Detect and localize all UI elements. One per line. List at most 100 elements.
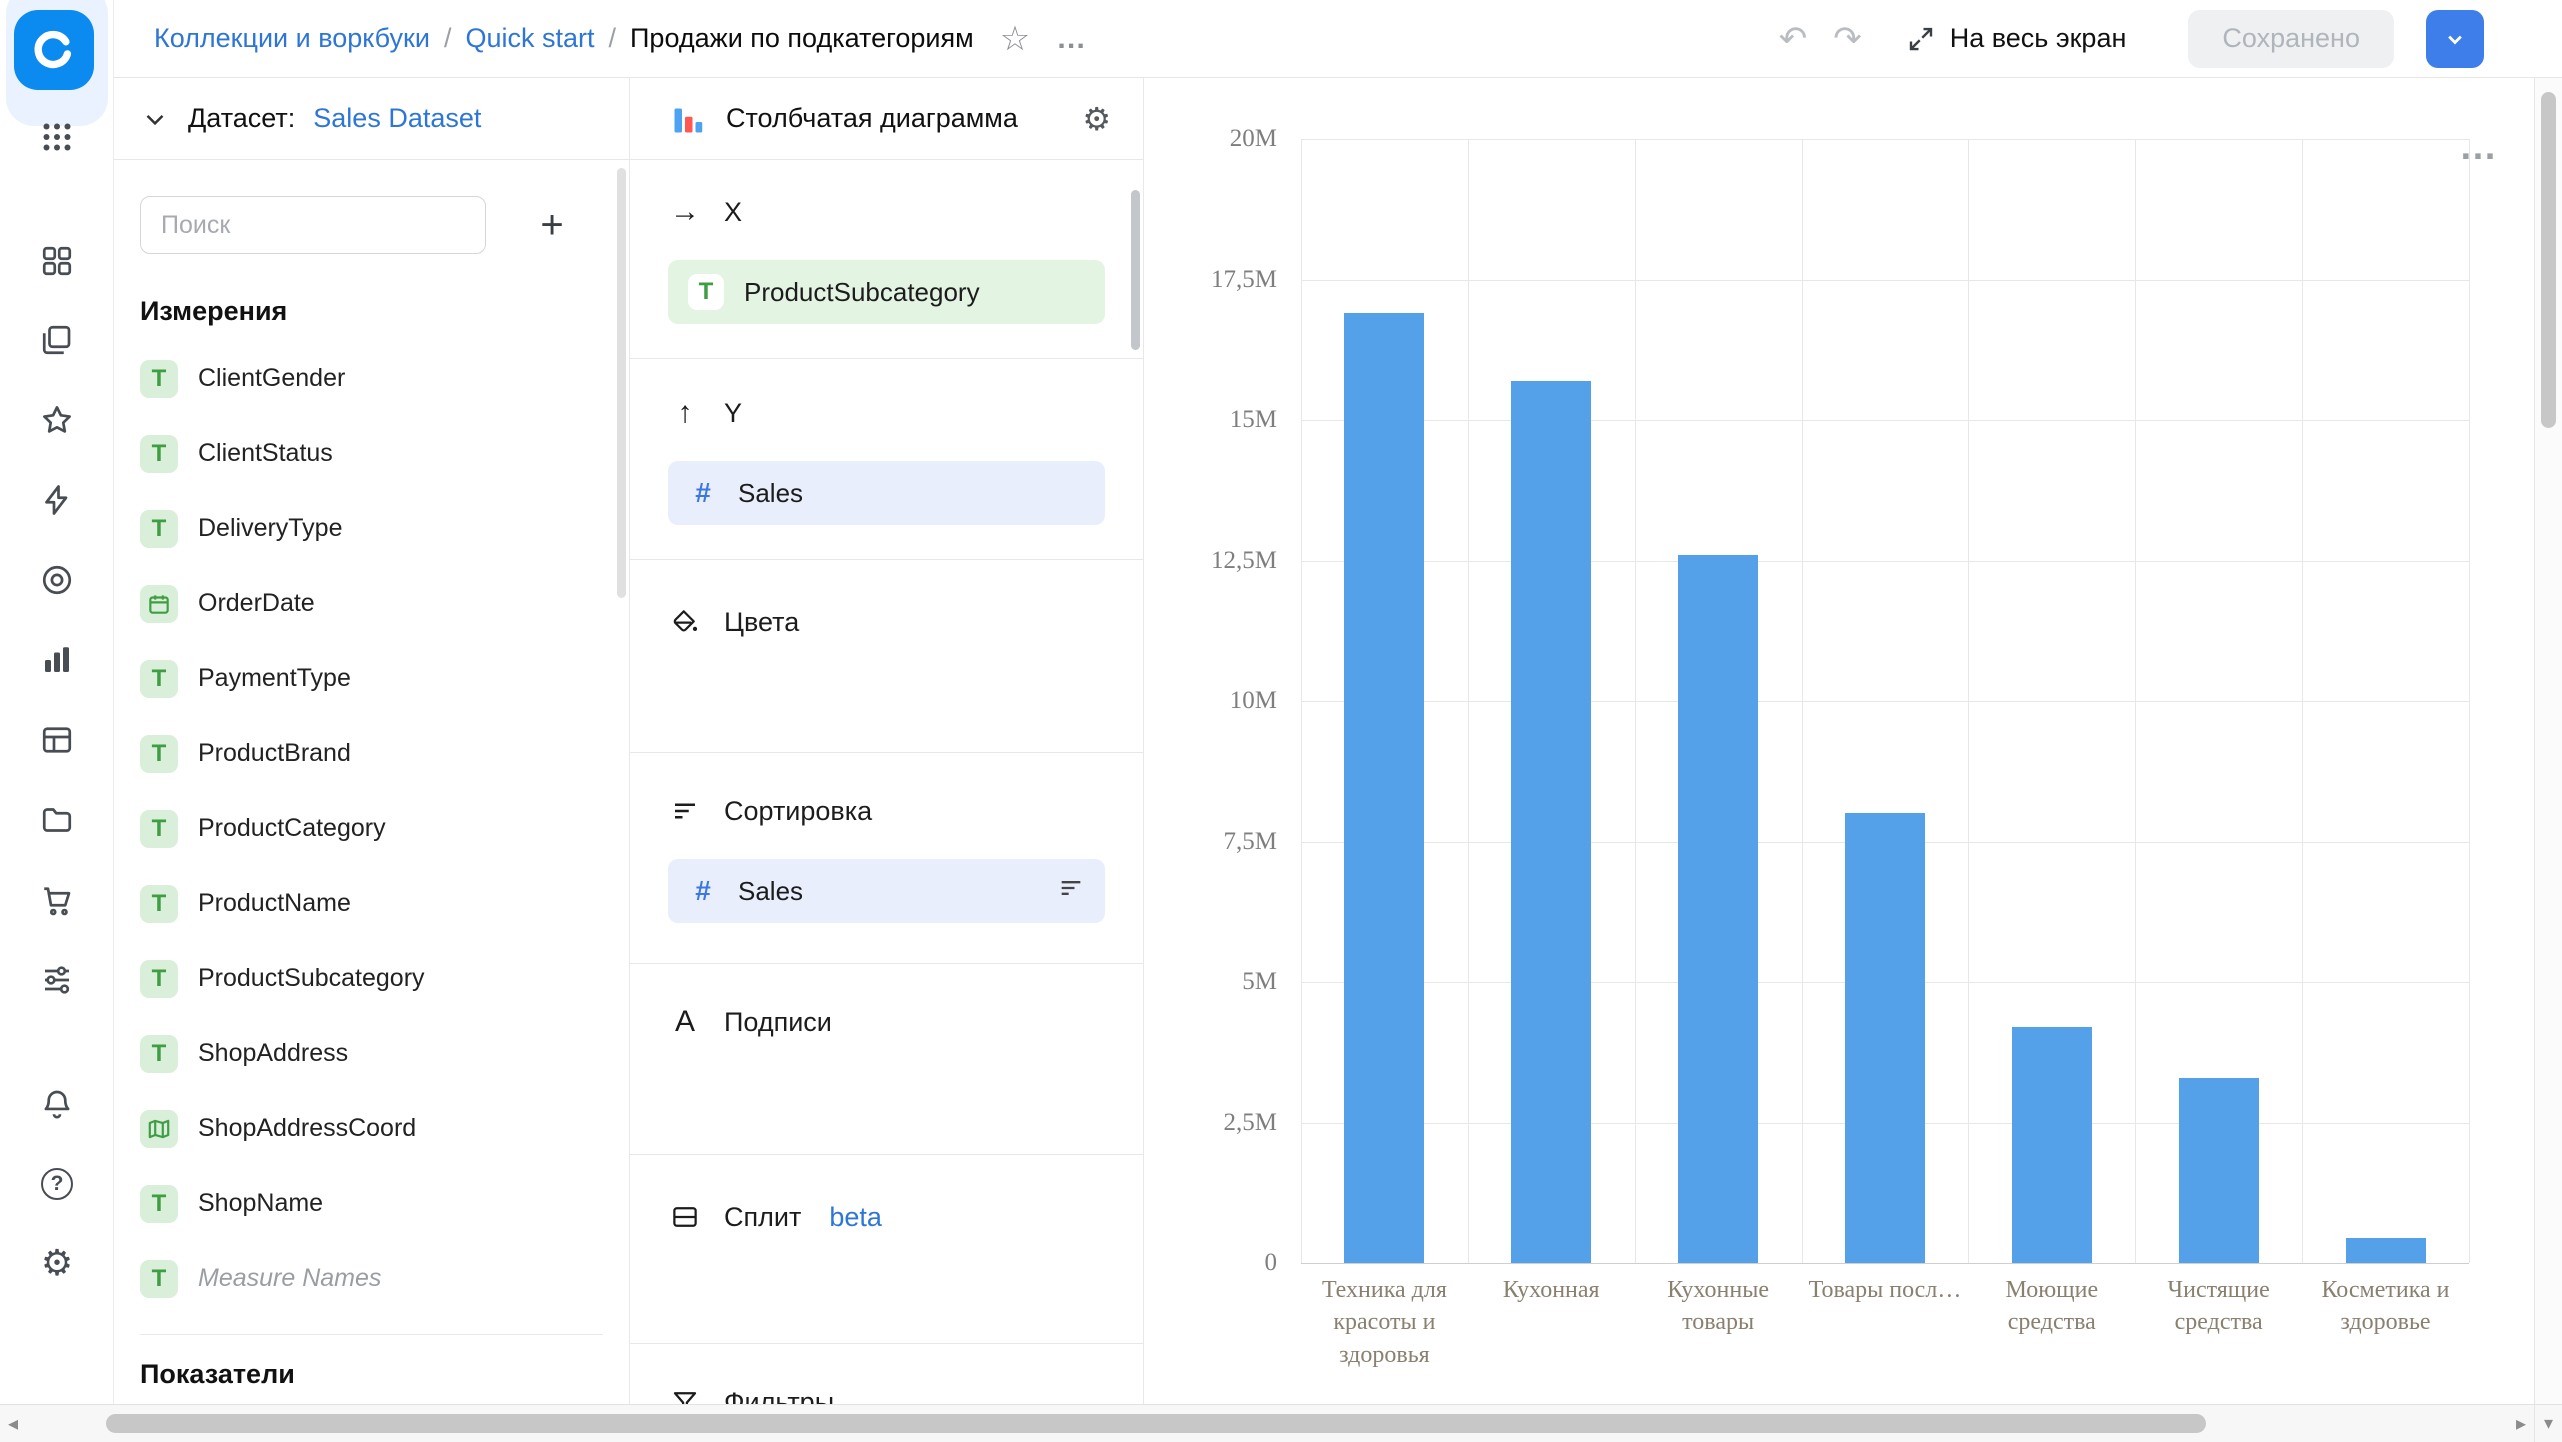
- monitoring-icon[interactable]: [0, 548, 114, 612]
- string-field-type-icon: T: [140, 659, 178, 698]
- saved-button[interactable]: Сохранено: [2188, 9, 2394, 68]
- chart-type-header: Столбчатая диаграмма ⚙: [630, 78, 1143, 160]
- more-actions-icon[interactable]: …: [1056, 23, 1088, 54]
- services-icon[interactable]: [0, 948, 114, 1012]
- bar-Косметика и здоровье[interactable]: [2345, 1237, 2426, 1263]
- scroll-down-arrow-icon[interactable]: ▾: [2544, 1413, 2553, 1434]
- bar-column: [1468, 139, 1635, 1263]
- string-field-type-icon: T: [140, 359, 178, 398]
- field-label: PaymentType: [198, 664, 351, 692]
- redo-icon[interactable]: ↷: [1833, 22, 1862, 56]
- scroll-left-arrow-icon[interactable]: ◂: [8, 1411, 18, 1436]
- sort-field-chip[interactable]: # Sales: [668, 859, 1105, 923]
- dashboards-icon[interactable]: [0, 229, 114, 293]
- column-chart-type-icon[interactable]: [670, 101, 706, 137]
- x-category-label: Техника для красоты и здоровья: [1321, 1277, 1447, 1368]
- x-category-label: Косметика и здоровье: [2321, 1277, 2450, 1336]
- string-field-type-icon: T: [140, 809, 178, 848]
- field-search-input[interactable]: [140, 196, 486, 254]
- string-field-type-icon: T: [140, 434, 178, 473]
- breadcrumb-quick-start[interactable]: Quick start: [465, 23, 594, 54]
- topbar: Коллекции и воркбуки / Quick start / Про…: [114, 0, 2562, 78]
- field-label: ProductSubcategory: [198, 964, 425, 992]
- dataset-name-link[interactable]: Sales Dataset: [313, 103, 481, 134]
- marketplace-icon[interactable]: [0, 868, 114, 932]
- settings-gear-icon[interactable]: ⚙: [0, 1231, 114, 1295]
- scroll-corner[interactable]: ▾: [2534, 1404, 2562, 1442]
- fullscreen-button[interactable]: На весь экран: [1906, 23, 2127, 54]
- vertical-scrollbar[interactable]: [2534, 78, 2562, 1404]
- dataset-field-productname[interactable]: T ProductName: [114, 866, 629, 941]
- dataset-field-shopaddresscoord[interactable]: ShopAddressCoord: [114, 1091, 629, 1166]
- breadcrumb-collections[interactable]: Коллекции и воркбуки: [154, 23, 430, 54]
- dataset-field-productsubcategory[interactable]: T ProductSubcategory: [114, 941, 629, 1016]
- dataset-field-shopname[interactable]: T ShopName: [114, 1166, 629, 1241]
- sort-direction-icon[interactable]: [1057, 874, 1085, 909]
- bar-Моющие средства[interactable]: [2011, 1026, 2092, 1263]
- bar-Товары посл…[interactable]: [1844, 813, 1925, 1263]
- beta-badge: beta: [829, 1201, 882, 1232]
- vertical-scrollbar-thumb[interactable]: [2541, 92, 2556, 428]
- dataset-scrollbar-thumb[interactable]: [617, 168, 626, 598]
- dataset-field-clientgender[interactable]: T ClientGender: [114, 341, 629, 416]
- datasets-icon[interactable]: [0, 708, 114, 772]
- date-field-type-icon: [140, 584, 178, 623]
- notifications-icon[interactable]: [0, 1072, 114, 1136]
- field-label: ProductName: [198, 889, 351, 917]
- chevron-down-icon[interactable]: [140, 104, 170, 134]
- dataset-field-productbrand[interactable]: T ProductBrand: [114, 716, 629, 791]
- horizontal-scrollbar-thumb[interactable]: [106, 1414, 2206, 1433]
- y-tick-label: 17,5M: [1211, 265, 1277, 293]
- config-scrollbar-thumb[interactable]: [1131, 190, 1140, 350]
- dataset-field-clientstatus[interactable]: T ClientStatus: [114, 416, 629, 491]
- help-icon[interactable]: ?: [0, 1152, 114, 1216]
- scroll-right-arrow-icon[interactable]: ▸: [2516, 1411, 2526, 1436]
- string-field-type-icon: T: [140, 1259, 178, 1298]
- app-logo[interactable]: [14, 10, 94, 90]
- h-gridline: [1301, 1263, 2469, 1264]
- breadcrumb: Коллекции и воркбуки / Quick start / Про…: [154, 23, 974, 54]
- chart-settings-gear-icon[interactable]: ⚙: [1082, 103, 1111, 135]
- y-field-chip[interactable]: # Sales: [668, 461, 1105, 525]
- add-field-button[interactable]: +: [526, 199, 578, 251]
- dataset-field-shopaddress[interactable]: T ShopAddress: [114, 1016, 629, 1091]
- bar-Техника для красоты и здоровья[interactable]: [1344, 313, 1425, 1263]
- labels-icon: A: [674, 1005, 695, 1038]
- field-label: DeliveryType: [198, 514, 343, 542]
- save-dropdown-button[interactable]: [2426, 9, 2484, 68]
- favorites-icon[interactable]: [0, 388, 114, 452]
- dataset-field-measure-names[interactable]: T Measure Names: [114, 1241, 629, 1316]
- dataset-field-deliverytype[interactable]: T DeliveryType: [114, 491, 629, 566]
- horizontal-scrollbar[interactable]: ◂ ▸: [0, 1404, 2534, 1442]
- editor-icon[interactable]: [0, 468, 114, 532]
- x-field-chip[interactable]: T ProductSubcategory: [668, 260, 1105, 324]
- labels-label: Подписи: [724, 1006, 832, 1037]
- colors-label: Цвета: [724, 606, 800, 637]
- bar-Кухонные товары[interactable]: [1678, 554, 1759, 1263]
- y-tick-label: 20M: [1229, 125, 1277, 152]
- x-category-label: Кухонные товары: [1667, 1277, 1769, 1336]
- connections-icon[interactable]: [0, 788, 114, 852]
- bar-Кухонная[interactable]: [1511, 380, 1592, 1263]
- filters-label: Фильтры: [724, 1386, 835, 1405]
- string-field-type-icon: T: [140, 734, 178, 773]
- dataset-field-orderdate[interactable]: OrderDate: [114, 566, 629, 641]
- charts-icon[interactable]: [0, 628, 114, 692]
- paint-bucket-icon: [673, 610, 698, 632]
- field-label: ShopName: [198, 1189, 324, 1217]
- undo-icon[interactable]: ↶: [1779, 22, 1808, 56]
- y-tick-label: 12,5M: [1211, 546, 1277, 574]
- collections-icon[interactable]: [0, 308, 114, 372]
- fullscreen-label: На весь экран: [1949, 23, 2127, 53]
- sort-section: Сортировка # Sales: [630, 753, 1143, 964]
- dataset-field-productcategory[interactable]: T ProductCategory: [114, 791, 629, 866]
- chart-type-label[interactable]: Столбчатая диаграмма: [726, 103, 1018, 134]
- dataset-field-paymenttype[interactable]: T PaymentType: [114, 641, 629, 716]
- bar-Чистящие средства[interactable]: [2178, 1077, 2259, 1263]
- page-title: Продажи по подкатегориям: [630, 23, 974, 53]
- chevron-down-icon: [2448, 35, 2462, 44]
- geo-field-type-icon: [140, 1109, 178, 1148]
- apps-grid-icon[interactable]: [0, 105, 114, 169]
- favorite-star-icon[interactable]: ☆: [1000, 22, 1030, 56]
- chart-config-panel: Столбчатая диаграмма ⚙ → X T ProductSubc…: [630, 78, 1144, 1404]
